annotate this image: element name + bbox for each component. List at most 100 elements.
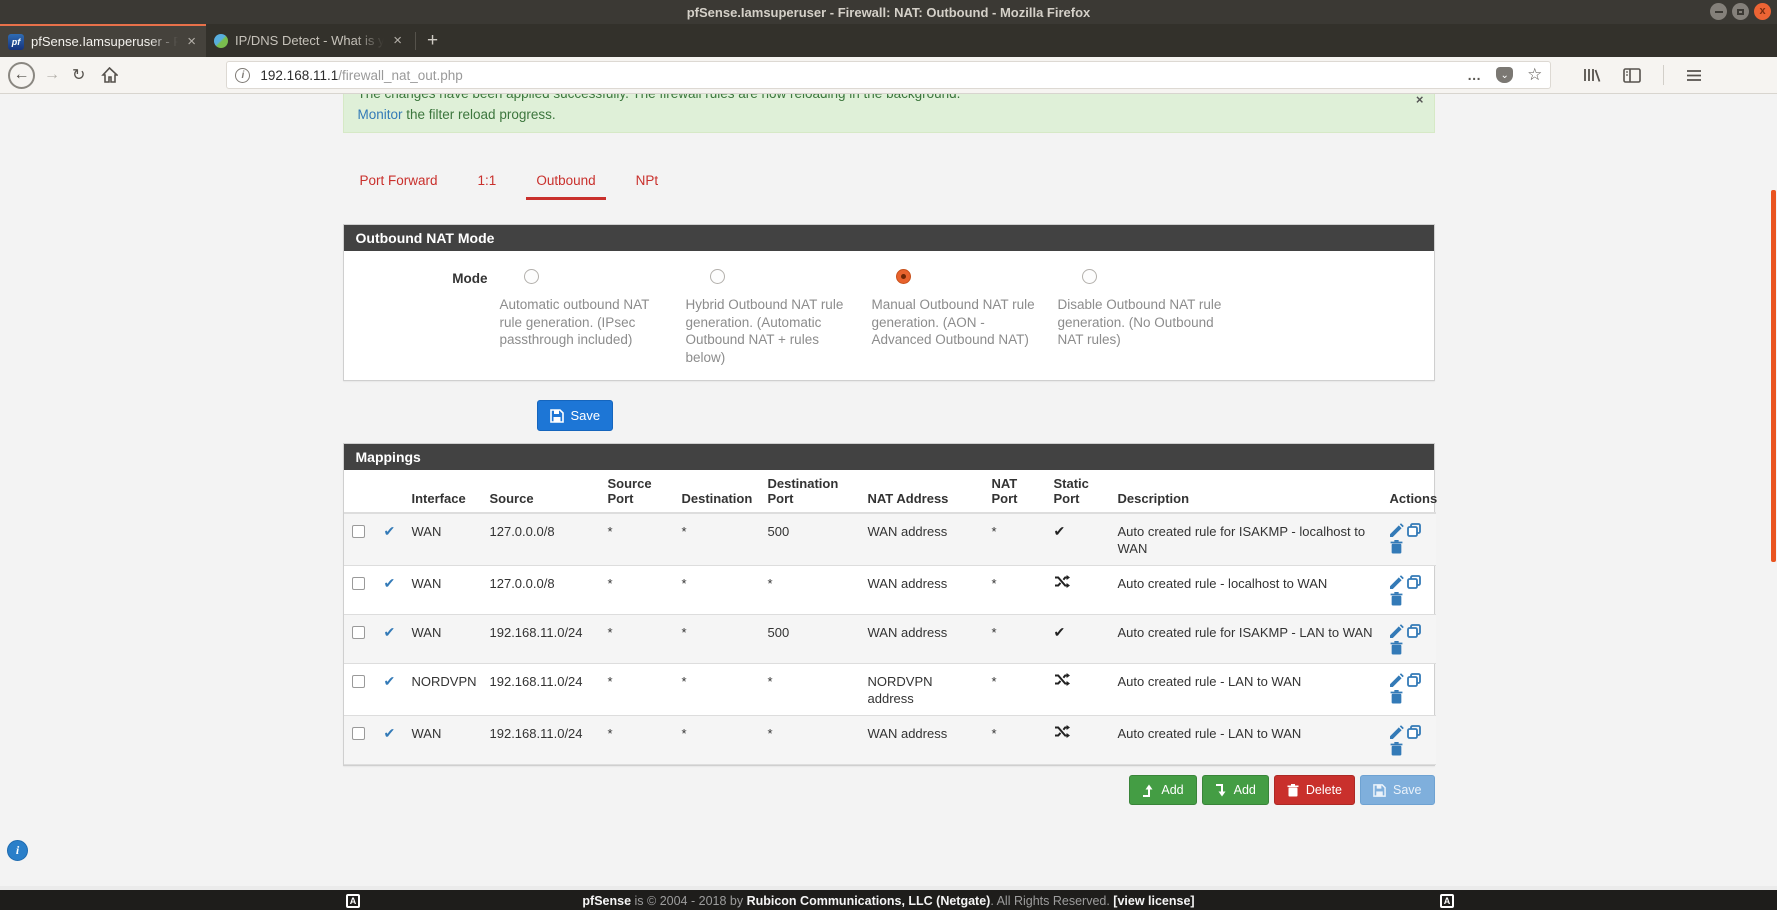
copy-rule-icon[interactable]: [1407, 673, 1421, 687]
pocket-icon[interactable]: ⌄: [1496, 67, 1513, 83]
browser-tab-pfsense[interactable]: pf pfSense.Iamsuperuser - F ×: [0, 24, 206, 57]
delete-rule-icon[interactable]: [1390, 742, 1403, 756]
cell-interface: WAN: [404, 716, 482, 765]
view-license-link[interactable]: [view license]: [1113, 894, 1194, 908]
delete-rule-icon[interactable]: [1390, 690, 1403, 704]
cell-interface: WAN: [404, 513, 482, 566]
cell-nat-port: *: [984, 615, 1046, 664]
bookmark-star-icon[interactable]: ☆: [1527, 65, 1542, 85]
rule-enabled-icon: ✔: [384, 523, 396, 539]
ipdns-favicon: [214, 34, 228, 48]
maximize-button[interactable]: [1732, 3, 1749, 20]
save-mode-button[interactable]: Save: [537, 400, 614, 431]
tab-close-icon[interactable]: ×: [391, 32, 404, 49]
outbound-nat-mode-panel: Outbound NAT Mode Mode Automatic outboun…: [343, 224, 1435, 381]
delete-rule-icon[interactable]: [1390, 641, 1403, 655]
url-bar[interactable]: i 192.168.11.1/firewall_nat_out.php … ⌄ …: [226, 61, 1551, 89]
table-action-bar: Add Add Delete Save: [343, 775, 1435, 805]
radio-manual[interactable]: [896, 269, 911, 284]
back-button[interactable]: ←: [8, 62, 35, 89]
radio-disable[interactable]: [1082, 269, 1097, 284]
monitor-link[interactable]: Monitor: [358, 107, 403, 122]
hamburger-menu-icon[interactable]: [1686, 69, 1702, 82]
col-static-port: Static Port: [1046, 470, 1110, 513]
cell-source: 192.168.11.0/24: [482, 615, 600, 664]
col-description: Description: [1110, 470, 1382, 513]
reload-button[interactable]: ↻: [72, 65, 85, 85]
level-down-icon: [1215, 784, 1227, 797]
new-tab-button[interactable]: +: [419, 30, 450, 57]
row-checkbox[interactable]: [352, 577, 365, 590]
cell-description: Auto created rule for ISAKMP - localhost…: [1110, 513, 1382, 566]
cell-destination: *: [674, 615, 760, 664]
static-port-check-icon: ✔: [1054, 523, 1066, 539]
copy-rule-icon[interactable]: [1407, 725, 1421, 739]
cell-nat-address: WAN address: [860, 615, 984, 664]
tab-npt[interactable]: NPt: [626, 167, 669, 200]
col-source-port: Source Port: [600, 470, 674, 513]
cell-source: 192.168.11.0/24: [482, 716, 600, 765]
tab-port-forward[interactable]: Port Forward: [350, 167, 448, 200]
radio-label[interactable]: Manual Outbound NAT rule generation. (AO…: [872, 296, 1042, 349]
cell-interface: WAN: [404, 566, 482, 615]
url-text[interactable]: 192.168.11.1/firewall_nat_out.php: [260, 68, 1467, 83]
edit-rule-icon[interactable]: [1390, 673, 1404, 687]
cell-interface: NORDVPN: [404, 664, 482, 716]
forward-button[interactable]: →: [44, 66, 60, 84]
copy-rule-icon[interactable]: [1407, 523, 1421, 537]
static-port-random-icon: [1054, 575, 1070, 588]
sidebar-icon[interactable]: [1623, 68, 1641, 83]
edit-rule-icon[interactable]: [1390, 575, 1404, 589]
url-path: /firewall_nat_out.php: [338, 68, 463, 83]
table-row: ✔WAN192.168.11.0/24***WAN address*Auto c…: [344, 716, 1436, 765]
cell-static-port: [1046, 566, 1110, 615]
row-checkbox[interactable]: [352, 675, 365, 688]
delete-rule-icon[interactable]: [1390, 540, 1403, 554]
row-checkbox[interactable]: [352, 525, 365, 538]
cell-source: 127.0.0.0/8: [482, 513, 600, 566]
cell-nat-port: *: [984, 664, 1046, 716]
copy-rule-icon[interactable]: [1407, 624, 1421, 638]
vertical-scrollbar-thumb[interactable]: [1771, 190, 1776, 562]
radio-hybrid[interactable]: [710, 269, 725, 284]
row-checkbox[interactable]: [352, 626, 365, 639]
delete-rule-icon[interactable]: [1390, 592, 1403, 606]
edit-rule-icon[interactable]: [1390, 624, 1404, 638]
static-port-random-icon: [1054, 725, 1070, 738]
browser-tab-ipdns[interactable]: IP/DNS Detect - What is y ×: [206, 24, 412, 57]
edit-rule-icon[interactable]: [1390, 523, 1404, 537]
cell-source: 192.168.11.0/24: [482, 664, 600, 716]
cell-description: Auto created rule - localhost to WAN: [1110, 566, 1382, 615]
help-info-button[interactable]: i: [7, 840, 28, 861]
minimize-button[interactable]: [1710, 3, 1727, 20]
library-icon[interactable]: [1583, 67, 1601, 83]
add-rule-top-button[interactable]: Add: [1129, 775, 1196, 805]
tab-outbound[interactable]: Outbound: [526, 167, 605, 200]
row-checkbox[interactable]: [352, 727, 365, 740]
radio-label[interactable]: Disable Outbound NAT rule generation. (N…: [1058, 296, 1228, 349]
copy-rule-icon[interactable]: [1407, 575, 1421, 589]
footer-right-a-icon: A: [1440, 894, 1454, 908]
cell-description: Auto created rule - LAN to WAN: [1110, 716, 1382, 765]
cell-destination-port: 500: [760, 513, 860, 566]
tab-title: IP/DNS Detect - What is y: [235, 33, 384, 48]
tab-close-icon[interactable]: ×: [185, 33, 198, 50]
edit-rule-icon[interactable]: [1390, 725, 1404, 739]
radio-label[interactable]: Automatic outbound NAT rule generation. …: [500, 296, 670, 349]
site-info-icon[interactable]: i: [235, 68, 250, 83]
radio-automatic[interactable]: [524, 269, 539, 284]
page-actions-icon[interactable]: …: [1467, 67, 1482, 83]
mode-option-hybrid: Hybrid Outbound NAT rule generation. (Au…: [686, 266, 872, 366]
cell-description: Auto created rule - LAN to WAN: [1110, 664, 1382, 716]
delete-selected-button[interactable]: Delete: [1274, 775, 1355, 805]
cell-nat-address: WAN address: [860, 716, 984, 765]
cell-source-port: *: [600, 615, 674, 664]
add-rule-bottom-button[interactable]: Add: [1202, 775, 1269, 805]
home-button[interactable]: [101, 67, 118, 83]
save-mappings-button[interactable]: Save: [1360, 775, 1435, 805]
tab-1-1[interactable]: 1:1: [468, 167, 507, 200]
alert-close-icon[interactable]: ×: [1416, 94, 1424, 107]
window-controls: x: [1710, 3, 1771, 20]
close-button[interactable]: x: [1754, 3, 1771, 20]
radio-label[interactable]: Hybrid Outbound NAT rule generation. (Au…: [686, 296, 856, 366]
